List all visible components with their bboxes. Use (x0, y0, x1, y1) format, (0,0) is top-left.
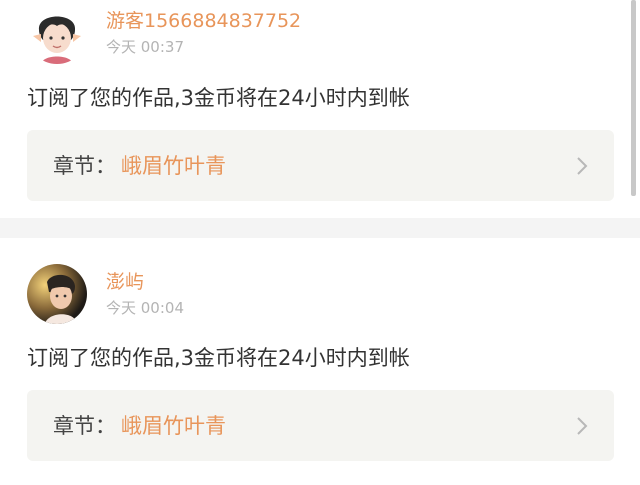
notification-message: 订阅了您的作品,3金币将在24小时内到帐 (27, 346, 410, 370)
notification-card: 游客1566884837752 今天 00:37 订阅了您的作品,3金币将在24… (0, 0, 640, 218)
timestamp: 今天 00:37 (106, 38, 184, 56)
chapter-link[interactable]: 章节： 峨眉竹叶青 (27, 390, 614, 461)
chevron-right-icon (577, 157, 588, 175)
scrollbar[interactable] (631, 0, 636, 196)
chapter-title: 峨眉竹叶青 (121, 154, 226, 178)
chevron-right-icon (577, 417, 588, 435)
chapter-title: 峨眉竹叶青 (121, 414, 226, 438)
username[interactable]: 游客1566884837752 (106, 9, 301, 33)
avatar[interactable] (27, 264, 87, 324)
chapter-label: 章节： (53, 414, 116, 438)
notification-card: 澎屿 今天 00:04 订阅了您的作品,3金币将在24小时内到帐 章节： 峨眉竹… (0, 238, 640, 485)
username[interactable]: 澎屿 (106, 270, 144, 294)
avatar[interactable] (27, 4, 87, 64)
chapter-label: 章节： (53, 154, 116, 178)
chapter-link[interactable]: 章节： 峨眉竹叶青 (27, 130, 614, 201)
notification-message: 订阅了您的作品,3金币将在24小时内到帐 (27, 86, 410, 110)
timestamp: 今天 00:04 (106, 299, 184, 317)
